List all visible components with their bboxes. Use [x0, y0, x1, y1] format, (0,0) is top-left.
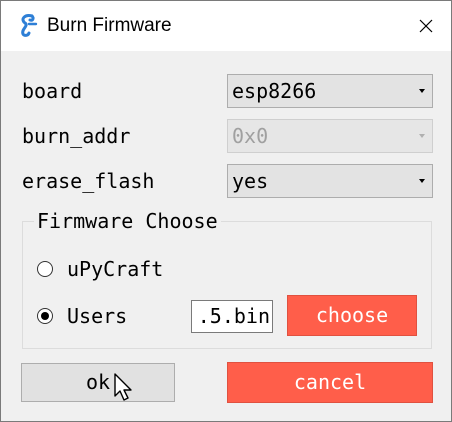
title-bar: Burn Firmware [1, 1, 451, 51]
burn-firmware-dialog: Burn Firmware board esp8266 burn_addr 0x… [0, 0, 452, 422]
chevron-down-icon [419, 89, 425, 93]
close-icon [419, 19, 433, 33]
firmware-group-title: Firmware Choose [34, 209, 221, 233]
burn-addr-value: 0x0 [232, 124, 269, 148]
radio-selected-dot [41, 312, 49, 320]
radio-upycraft[interactable] [37, 261, 53, 277]
board-select[interactable]: esp8266 [227, 74, 433, 108]
firmware-path-input[interactable]: .5.bin [191, 300, 273, 333]
burn-addr-label: burn_addr [22, 124, 131, 148]
cancel-button[interactable]: cancel [227, 362, 433, 403]
erase-flash-select[interactable]: yes [227, 164, 433, 198]
chevron-down-icon [419, 134, 425, 138]
board-value: esp8266 [232, 79, 317, 103]
firmware-path-value: .5.bin [197, 304, 270, 328]
choose-button[interactable]: choose [287, 295, 417, 336]
erase-flash-value: yes [232, 169, 269, 193]
radio-users-label[interactable]: Users [67, 304, 127, 328]
dialog-body: board esp8266 burn_addr 0x0 erase_flash … [1, 51, 451, 421]
window-title: Burn Firmware [47, 15, 172, 36]
chevron-down-icon [419, 179, 425, 183]
close-button[interactable] [405, 1, 451, 51]
radio-upycraft-label[interactable]: uPyCraft [67, 257, 163, 281]
board-label: board [22, 79, 83, 103]
ok-button[interactable]: ok [21, 363, 175, 402]
erase-flash-label: erase_flash [22, 169, 155, 193]
burn-addr-select: 0x0 [227, 119, 433, 153]
snake-logo-icon [21, 14, 38, 37]
radio-users[interactable] [37, 308, 53, 324]
mouse-pointer-icon [114, 373, 132, 401]
